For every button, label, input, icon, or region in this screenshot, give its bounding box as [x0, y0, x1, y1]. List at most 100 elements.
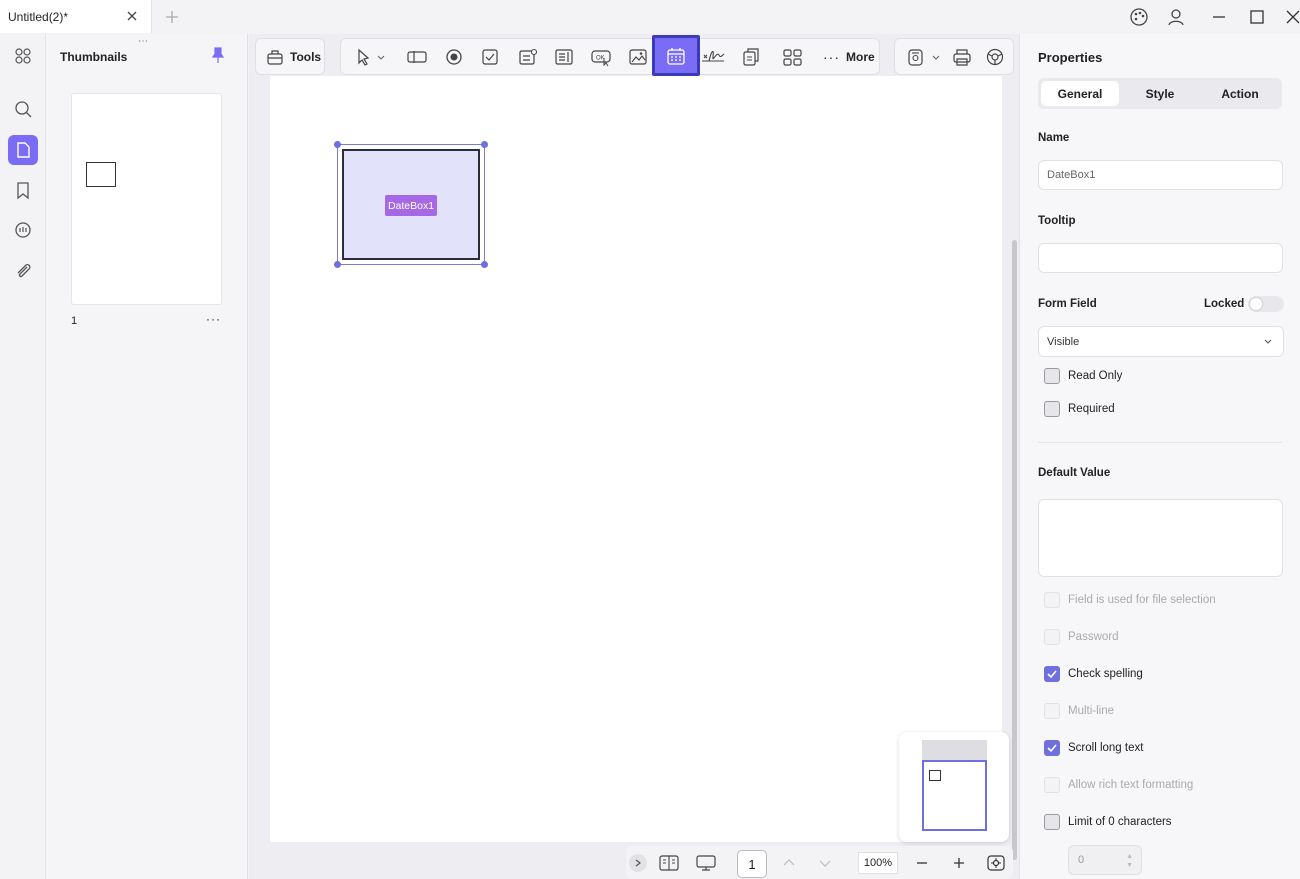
zoom-in-icon[interactable] — [948, 852, 970, 874]
form-field-label: Form Field — [1038, 298, 1097, 310]
required-checkbox[interactable]: Required — [1044, 400, 1115, 418]
zoom-out-icon[interactable] — [911, 852, 933, 874]
tab-general[interactable]: General — [1041, 81, 1119, 106]
date-field-tool-icon[interactable] — [652, 35, 700, 76]
stepper-up-icon[interactable]: ▲ — [1126, 853, 1133, 861]
resize-handle-top-right[interactable] — [481, 141, 488, 148]
more-dots-icon: ··· — [823, 48, 840, 65]
limit-value: 0 — [1078, 854, 1085, 866]
list-box-tool-icon[interactable] — [549, 39, 579, 74]
fit-page-icon[interactable] — [985, 852, 1007, 874]
attachment-icon[interactable] — [8, 256, 38, 286]
presentation-icon[interactable] — [695, 852, 717, 874]
tooltip-field[interactable] — [1038, 243, 1283, 273]
close-tab-icon[interactable] — [125, 9, 139, 23]
checkmark-icon — [1047, 670, 1057, 679]
password-checkbox[interactable]: Password — [1044, 628, 1119, 646]
pin-icon[interactable] — [210, 46, 226, 64]
grid-align-tool-icon[interactable] — [778, 39, 808, 74]
visibility-dropdown[interactable]: Visible — [1038, 326, 1284, 357]
name-field[interactable]: DateBox1 — [1038, 160, 1283, 190]
multi-line-box — [1044, 703, 1060, 719]
search-icon[interactable] — [8, 94, 38, 124]
button-tool-icon[interactable]: OK — [586, 39, 616, 74]
share-icon[interactable] — [980, 39, 1010, 74]
theme-palette-icon[interactable] — [1128, 6, 1150, 28]
check-spelling-checkbox[interactable]: Check spelling — [1044, 665, 1143, 683]
name-label: Name — [1038, 132, 1070, 144]
duplicate-tool-icon[interactable] — [736, 39, 766, 74]
save-button[interactable] — [901, 39, 945, 74]
check-spelling-box — [1044, 666, 1060, 682]
expand-chevron-icon[interactable] — [629, 854, 647, 872]
zoom-level[interactable]: 100% — [858, 852, 898, 874]
tools-button[interactable]: Tools — [255, 38, 325, 75]
multi-line-label: Multi-line — [1068, 705, 1115, 717]
properties-tabs: General Style Action — [1038, 78, 1282, 109]
read-only-checkbox[interactable]: Read Only — [1044, 367, 1122, 385]
radio-button-tool-icon[interactable] — [439, 39, 469, 74]
account-icon[interactable] — [1165, 6, 1187, 28]
panel-grip-icon[interactable]: ⋯ — [138, 36, 149, 47]
locked-toggle[interactable] — [1248, 296, 1284, 312]
properties-title: Properties — [1038, 50, 1103, 65]
document-tab[interactable]: Untitled(2)* — [0, 0, 152, 33]
required-box — [1044, 401, 1060, 417]
resize-handle-top-left[interactable] — [334, 141, 341, 148]
text-field-tool-icon[interactable] — [402, 39, 432, 74]
limit-characters-label: Limit of 0 characters — [1068, 816, 1172, 828]
limit-characters-box — [1044, 814, 1060, 830]
page-layout-icon[interactable] — [658, 852, 680, 874]
scroll-long-text-checkbox[interactable]: Scroll long text — [1044, 739, 1143, 757]
password-box — [1044, 629, 1060, 645]
tab-action[interactable]: Action — [1201, 81, 1279, 106]
title-bar: Untitled(2)* — [0, 0, 1300, 34]
signature-tool-icon[interactable] — [698, 39, 728, 74]
tab-title: Untitled(2)* — [8, 9, 69, 24]
default-value-field[interactable] — [1038, 499, 1283, 577]
vertical-scrollbar[interactable] — [1012, 240, 1017, 860]
page-number-input[interactable]: 1 — [737, 850, 767, 878]
rich-text-checkbox[interactable]: Allow rich text formatting — [1044, 776, 1193, 794]
tab-style[interactable]: Style — [1121, 81, 1199, 106]
checkbox-tool-icon[interactable] — [475, 39, 505, 74]
page-navigator[interactable] — [899, 732, 1009, 842]
comments-icon[interactable] — [8, 215, 38, 245]
pages-icon[interactable] — [8, 135, 38, 165]
file-selection-checkbox[interactable]: Field is used for file selection — [1044, 591, 1216, 609]
bookmark-icon[interactable] — [8, 175, 38, 205]
rich-text-label: Allow rich text formatting — [1068, 779, 1194, 791]
stepper-down-icon[interactable]: ▼ — [1126, 862, 1133, 870]
form-toolbar: OK ··· More — [340, 35, 880, 76]
page-thumbnail[interactable] — [71, 93, 222, 305]
combo-box-tool-icon[interactable] — [513, 39, 543, 74]
required-label: Required — [1068, 403, 1115, 415]
bottom-bar: 1 100% — [626, 846, 1013, 879]
resize-handle-bottom-right[interactable] — [481, 261, 488, 268]
tooltip-label: Tooltip — [1038, 215, 1076, 227]
apps-icon[interactable] — [8, 41, 38, 71]
new-tab-icon[interactable] — [163, 8, 181, 26]
multi-line-checkbox[interactable]: Multi-line — [1044, 702, 1114, 720]
check-spelling-label: Check spelling — [1068, 668, 1143, 680]
left-rail — [0, 34, 46, 879]
default-value-label: Default Value — [1038, 467, 1111, 479]
resize-handle-bottom-left[interactable] — [334, 261, 341, 268]
rich-text-box — [1044, 777, 1060, 793]
more-button[interactable]: ··· More — [823, 39, 875, 74]
navigator-top — [922, 740, 987, 760]
next-page-icon[interactable] — [814, 852, 836, 874]
minimize-icon[interactable] — [1208, 6, 1230, 28]
image-field-tool-icon[interactable] — [623, 39, 653, 74]
visibility-value: Visible — [1047, 335, 1080, 348]
locked-label: Locked — [1204, 298, 1245, 310]
limit-characters-stepper[interactable]: 0 ▲ ▼ — [1068, 845, 1142, 875]
select-tool-button[interactable] — [344, 39, 390, 74]
thumbnail-more-icon[interactable]: ··· — [206, 312, 221, 326]
limit-characters-checkbox[interactable]: Limit of 0 characters — [1044, 813, 1172, 831]
thumbnail-field-preview — [86, 162, 116, 187]
close-window-icon[interactable] — [1282, 6, 1300, 28]
previous-page-icon[interactable] — [778, 852, 800, 874]
print-icon[interactable] — [947, 39, 977, 74]
maximize-icon[interactable] — [1246, 6, 1268, 28]
